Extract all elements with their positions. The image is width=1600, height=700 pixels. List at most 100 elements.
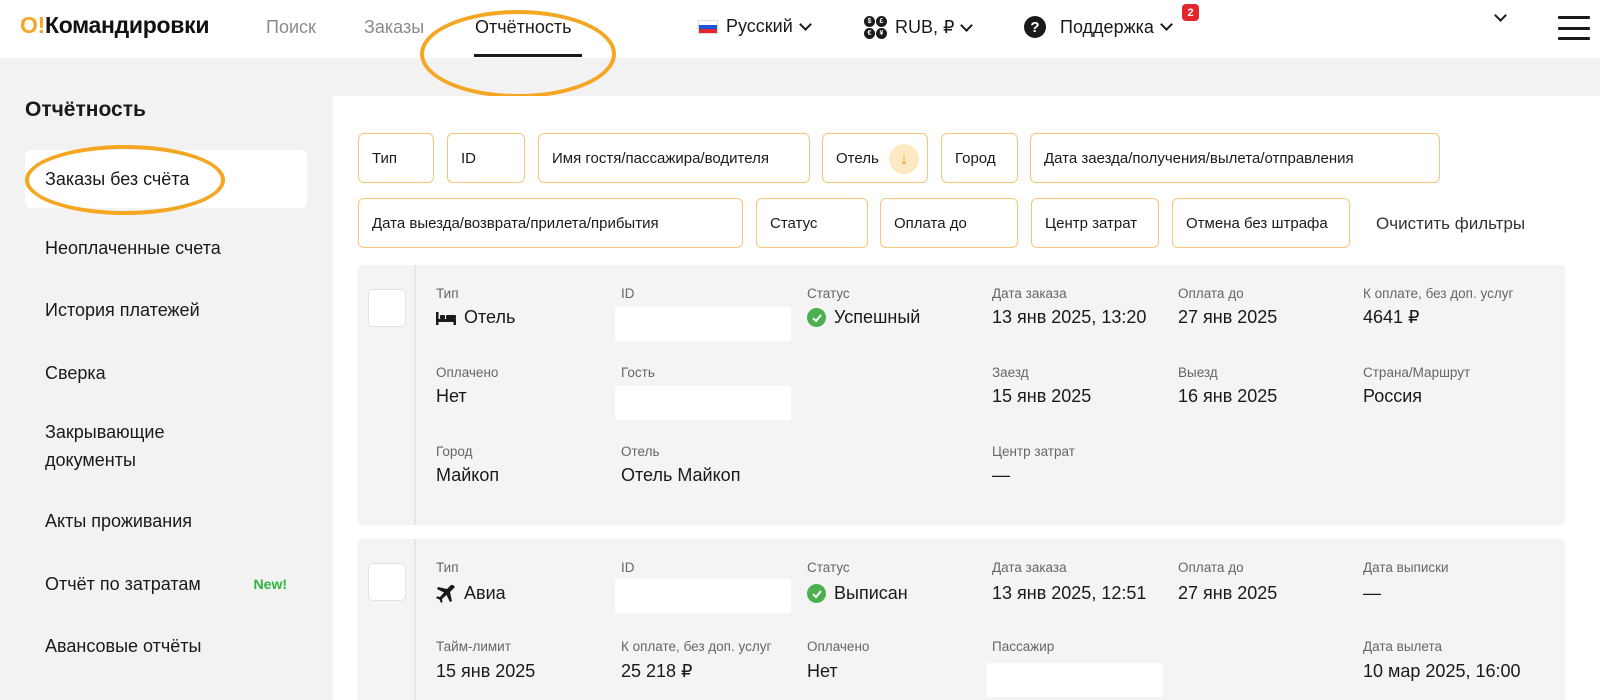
check-circle-icon	[807, 308, 826, 327]
filter-id[interactable]: ID	[447, 133, 525, 183]
filter-label: Центр затрат	[1045, 214, 1138, 232]
order-select-checkbox[interactable]	[368, 289, 406, 327]
currency-icon: $ £ € ¥	[864, 16, 887, 39]
field-label: Тайм-лимит	[436, 639, 511, 654]
field-label: Оплачено	[436, 365, 499, 380]
sidebar-item-cost-report[interactable]: Отчёт по затратам New!	[25, 569, 307, 599]
filter-label: Статус	[770, 214, 818, 232]
sidebar-item-reconciliation[interactable]: Сверка	[25, 358, 307, 388]
redacted-id	[615, 579, 791, 613]
plane-icon	[436, 584, 455, 603]
check-circle-icon	[807, 584, 826, 603]
sidebar-item-orders-without-invoice[interactable]: Заказы без счёта	[25, 150, 307, 208]
sidebar-title: Отчётность	[25, 98, 146, 121]
filter-free-cancellation[interactable]: Отмена без штрафа	[1172, 198, 1350, 248]
field-label: Оплачено	[807, 639, 870, 654]
filter-label: Дата заезда/получения/вылета/отправления	[1044, 149, 1354, 167]
filter-checkin-date[interactable]: Дата заезда/получения/вылета/отправления	[1030, 133, 1440, 183]
logo-mark: О!	[20, 12, 45, 38]
departure-date: 10 мар 2025, 16:00	[1363, 661, 1521, 681]
sidebar-item-closing-documents[interactable]: Закрывающие документы	[25, 418, 307, 474]
sidebar-item-label: Акты проживания	[45, 510, 193, 531]
filter-label: Город	[955, 149, 996, 167]
field-label: ID	[621, 286, 635, 301]
field-label: Дата заказа	[992, 560, 1067, 575]
language-label: Русский	[726, 16, 793, 36]
filter-label: ID	[461, 149, 476, 167]
filter-checkout-date[interactable]: Дата выезда/возврата/прилета/прибытия	[358, 198, 743, 248]
field-label: Дата вылета	[1363, 639, 1442, 654]
order-type-value: Авиа	[464, 583, 506, 603]
filter-guest-name[interactable]: Имя гостя/пассажира/водителя	[538, 133, 810, 183]
card-checkbox-column	[358, 539, 416, 700]
support-label: Поддержка	[1060, 16, 1154, 37]
filter-label: Оплата до	[894, 214, 967, 232]
support-notification-badge: 2	[1182, 4, 1199, 21]
field-label: К оплате, без доп. услуг	[621, 639, 772, 654]
sidebar-item-label: Авансовые отчёты	[45, 635, 202, 656]
pay-until: 27 янв 2025	[1178, 307, 1278, 327]
clear-filters-link[interactable]: Очистить фильтры	[1376, 214, 1525, 234]
sidebar-item-label: История платежей	[45, 299, 200, 320]
pay-until: 27 янв 2025	[1178, 583, 1278, 603]
nav-reports[interactable]: Отчётность	[475, 17, 571, 38]
sidebar-item-label: Сверка	[45, 362, 106, 383]
order-card-hotel: Тип Отель ID Статус Успешный Дата заказа…	[358, 265, 1565, 525]
sidebar-item-label: Заказы без счёта	[45, 168, 190, 189]
sidebar-item-label: Отчёт по затратам	[45, 573, 201, 594]
order-select-checkbox[interactable]	[368, 563, 406, 601]
order-status: Успешный	[807, 307, 920, 328]
order-status-value: Выписан	[834, 583, 908, 603]
field-label: Заезд	[992, 365, 1029, 380]
filter-city[interactable]: Город	[941, 133, 1018, 183]
nav-search[interactable]: Поиск	[266, 17, 316, 38]
profile-dropdown[interactable]	[1494, 9, 1507, 22]
logo[interactable]: О! Командировки	[20, 12, 209, 39]
currency-label: RUB, ₽	[895, 17, 955, 37]
chevron-down-icon	[1160, 18, 1173, 31]
field-label: Центр затрат	[992, 444, 1075, 459]
field-label: Отель	[621, 444, 660, 459]
field-label: Тип	[436, 560, 459, 575]
filter-label: Дата выезда/возврата/прилета/прибытия	[372, 214, 659, 232]
field-label: Тип	[436, 286, 459, 301]
chevron-down-icon	[798, 17, 812, 31]
currency-selector[interactable]: $ £ € ¥ RUB, ₽	[864, 16, 974, 39]
paid-value: Нет	[436, 386, 467, 406]
sidebar-item-accommodation-acts[interactable]: Акты проживания	[25, 506, 307, 536]
language-selector[interactable]: Русский	[698, 16, 812, 37]
sort-arrow-down-icon[interactable]: ↓	[889, 144, 919, 174]
filter-label: Отель	[836, 149, 879, 167]
filter-status[interactable]: Статус	[756, 198, 868, 248]
order-date: 13 янв 2025, 12:51	[992, 583, 1147, 603]
order-card-air: Тип Авиа ID Статус Выписан Дата заказа 1…	[358, 539, 1565, 700]
sidebar-item-payment-history[interactable]: История платежей	[25, 295, 307, 325]
hamburger-menu-icon[interactable]	[1558, 16, 1590, 40]
filter-type[interactable]: Тип	[358, 133, 434, 183]
nav-orders[interactable]: Заказы	[364, 17, 424, 38]
cost-center-value: —	[992, 465, 1010, 485]
field-label: Выезд	[1178, 365, 1218, 380]
field-label: Статус	[807, 560, 850, 575]
order-type: Авиа	[436, 583, 506, 604]
order-type: Отель	[436, 307, 515, 328]
redacted-id	[615, 307, 791, 341]
order-type-value: Отель	[464, 307, 516, 327]
field-label: Гость	[621, 365, 655, 380]
hotel-name: Отель Майкоп	[621, 465, 741, 485]
checkin-date: 15 янв 2025	[992, 386, 1092, 406]
filter-hotel[interactable]: Отель ↓	[822, 133, 928, 183]
sidebar-item-unpaid-invoices[interactable]: Неоплаченные счета	[25, 233, 307, 263]
sidebar-item-advance-reports[interactable]: Авансовые отчёты	[25, 631, 307, 661]
country-route: Россия	[1363, 386, 1423, 406]
field-label: К оплате, без доп. услуг	[1363, 286, 1514, 301]
checkout-date: 16 янв 2025	[1178, 386, 1278, 406]
filter-cost-center[interactable]: Центр затрат	[1031, 198, 1159, 248]
issue-date: —	[1363, 583, 1381, 603]
support-menu[interactable]: ? Поддержка	[1024, 16, 1173, 38]
filter-pay-until[interactable]: Оплата до	[880, 198, 1018, 248]
chevron-down-icon	[960, 18, 974, 32]
filter-label: Имя гостя/пассажира/водителя	[552, 149, 769, 167]
bed-icon	[436, 311, 456, 325]
chevron-down-icon	[1494, 9, 1507, 22]
